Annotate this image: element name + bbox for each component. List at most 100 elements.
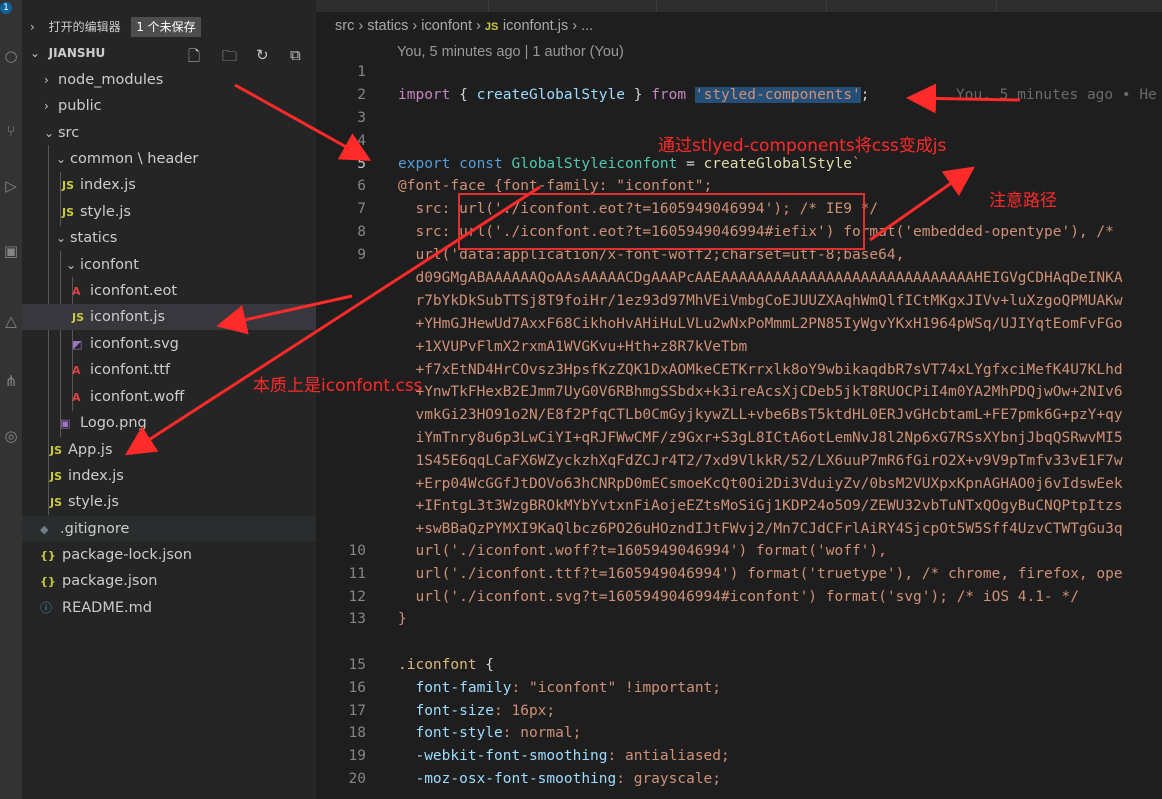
code-wrap-line: d09GMgABAAAAAAQoAAsAAAAACDgAAAPcAAEAAAAA…: [398, 270, 1123, 286]
refresh-icon[interactable]: ↻: [256, 46, 269, 64]
js-file-icon: JS: [50, 496, 63, 509]
line-number: 15: [348, 657, 366, 673]
line-number: 4: [357, 133, 366, 149]
code-wrap-line: r7bYkDkSubTTSj8T9foiHr/1ez93d97MhVEiVmbg…: [398, 293, 1123, 309]
breadcrumb: src › statics › iconfont › JS iconfont.js…: [335, 18, 594, 34]
line-number: 10: [348, 543, 366, 559]
js-file-icon: JS: [62, 206, 75, 219]
code-line: font-family: "iconfont" !important;: [398, 680, 722, 696]
chevron-right-icon: ›: [30, 20, 35, 34]
open-editors-label: 打开的编辑器: [48, 20, 121, 34]
tree-item-label: node_modules: [58, 72, 164, 88]
code-line: export const GlobalStyleiconfont = creat…: [398, 156, 861, 172]
tree-item-style-js[interactable]: JS style.js: [22, 199, 316, 225]
code-wrap-line: +YHmGJHewUd7AxxF68CikhoHvAHiHuLVLu2wNxPo…: [398, 316, 1123, 332]
tree-item-label: index.js: [68, 468, 124, 484]
code-line: import { createGlobalStyle } from 'style…: [398, 87, 870, 103]
tree-item-label: src: [58, 125, 80, 141]
tree-item-label: iconfont.js: [90, 309, 166, 325]
tree-item-src-style-js[interactable]: JS style.js: [22, 489, 316, 515]
breadcrumb-item[interactable]: ...: [581, 18, 593, 34]
collapse-all-icon[interactable]: ⧉: [290, 46, 301, 64]
js-file-icon: JS: [50, 444, 63, 457]
tree-item-label: style.js: [68, 494, 119, 510]
code-line: url('./iconfont.woff?t=1605949046994') f…: [398, 543, 887, 559]
code-line: @font-face {font-family: "iconfont";: [398, 178, 713, 194]
line-number: 11: [348, 566, 366, 582]
code-line: }: [398, 611, 407, 627]
open-editors-header[interactable]: › 打开的编辑器 1 个未保存: [22, 14, 316, 40]
tree-item-public[interactable]: › public: [22, 93, 316, 119]
tree-item-index-js[interactable]: JS index.js: [22, 172, 316, 198]
remote-icon[interactable]: △: [0, 310, 22, 332]
image-file-icon: ▣: [60, 417, 71, 430]
tree-item-iconfont-eot[interactable]: Aiconfont.eot: [22, 278, 316, 304]
code-line: url('./iconfont.ttf?t=1605949046994') fo…: [398, 566, 1123, 582]
breadcrumb-item[interactable]: src: [335, 18, 354, 34]
line-number: 3: [357, 110, 366, 126]
line-number: 19: [348, 748, 366, 764]
breadcrumb-item[interactable]: statics: [367, 18, 408, 34]
line-number: 1: [357, 64, 366, 80]
unsaved-badge: 1 个未保存: [131, 17, 201, 37]
tree-item-iconfont-js[interactable]: JS iconfont.js: [22, 304, 316, 330]
tree-item-src-index-js[interactable]: JS index.js: [22, 463, 316, 489]
code-line: .iconfont {: [398, 657, 495, 673]
tree-item-label: .gitignore: [60, 521, 130, 537]
line-number: 16: [348, 680, 366, 696]
run-icon[interactable]: ▷: [0, 175, 22, 197]
line-number: 5: [357, 156, 366, 172]
search-icon[interactable]: ○: [0, 45, 22, 67]
line-number: 9: [357, 247, 366, 263]
tree-item-label: iconfont: [80, 257, 139, 273]
notification-badge: 1: [0, 2, 12, 14]
tree-item-readme[interactable]: ⓘ README.md: [22, 595, 316, 621]
account-icon[interactable]: ◎: [0, 425, 22, 447]
line-number: 18: [348, 725, 366, 741]
source-control-icon[interactable]: ⑂: [0, 120, 22, 142]
tree-item-label: package-lock.json: [62, 547, 192, 563]
tree-item-node-modules[interactable]: › node_modules: [22, 67, 316, 93]
tree-icon[interactable]: ⋔: [0, 370, 22, 392]
chevron-right-icon: ›: [44, 99, 49, 113]
tree-item-label: iconfont.svg: [90, 336, 179, 352]
json-file-icon: {}: [40, 549, 56, 562]
code-editor[interactable]: src › statics › iconfont › JS iconfont.js…: [316, 0, 1162, 799]
chevron-down-icon: ⌄: [30, 46, 41, 60]
json-file-icon: {}: [40, 575, 56, 588]
tree-item-label: App.js: [68, 442, 113, 458]
project-header[interactable]: ⌄ JIANSHU: [22, 40, 316, 66]
tree-item-package-json[interactable]: {} package.json: [22, 568, 316, 594]
tree-item-src[interactable]: ⌄ src: [22, 120, 316, 146]
activity-bar: 1 ○ ⑂ ▷ ▣ △ ⋔ ◎: [0, 0, 22, 799]
line-number: 2: [357, 87, 366, 103]
inline-blame: You, 5 minutes ago • He: [956, 87, 1157, 103]
breadcrumb-item[interactable]: iconfont: [421, 18, 472, 34]
code-line: url('./iconfont.svg?t=1605949046994#icon…: [398, 589, 1079, 605]
tree-item-app-js[interactable]: JS App.js: [22, 437, 316, 463]
extensions-icon[interactable]: ▣: [0, 240, 22, 262]
line-number: 17: [348, 703, 366, 719]
info-icon: ⓘ: [40, 601, 53, 615]
tree-item-common-header[interactable]: ⌄ common \ header: [22, 146, 316, 172]
code-wrap-line: vmkGi23HO91o2N/E8f2PfqCTLb0CmGyjkywZLL+v…: [398, 407, 1123, 423]
chevron-down-icon: ⌄: [56, 231, 67, 245]
code-wrap-line: +f7xEtND4HrCOvsz3HpsfKzZQK1DxAOMkeCETKrr…: [398, 362, 1123, 378]
breadcrumb-item[interactable]: iconfont.js: [503, 18, 568, 34]
tree-item-label: style.js: [80, 204, 131, 220]
tree-item-label: package.json: [62, 573, 158, 589]
tree-item-label: common \ header: [70, 151, 199, 167]
tree-item-iconfont-svg[interactable]: ◩ iconfont.svg: [22, 331, 316, 357]
tree-item-gitignore[interactable]: ◆ .gitignore: [22, 516, 316, 542]
code-line: font-style: normal;: [398, 725, 582, 741]
tree-item-statics[interactable]: ⌄ statics: [22, 225, 316, 251]
js-file-icon: JS: [62, 179, 75, 192]
tree-item-logo-png[interactable]: ▣ Logo.png: [22, 410, 316, 436]
tree-item-iconfont-folder[interactable]: ⌄ iconfont: [22, 252, 316, 278]
font-file-icon: A: [72, 364, 81, 377]
js-file-icon: JS: [484, 21, 499, 33]
codelens-blame[interactable]: You, 5 minutes ago | 1 author (You): [397, 44, 624, 60]
line-number: 8: [357, 224, 366, 240]
tree-item-package-lock-json[interactable]: {} package-lock.json: [22, 542, 316, 568]
annotation-css-to-js: 通过stlyed-components将css变成js: [658, 136, 947, 156]
